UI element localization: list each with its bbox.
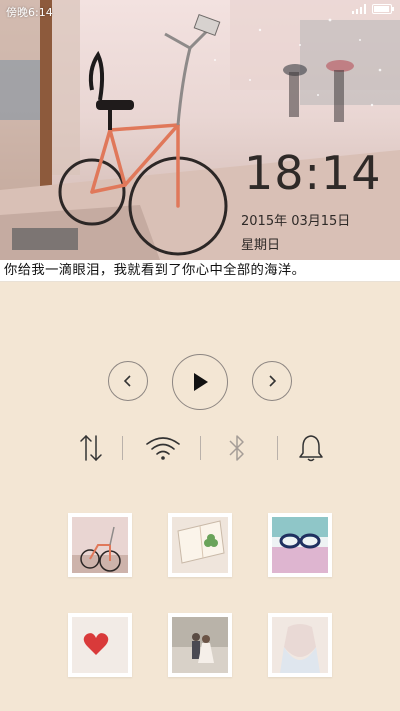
- bicycle-photo: [72, 517, 128, 573]
- play-button[interactable]: [172, 354, 228, 410]
- thumbnail-girl-dress[interactable]: [268, 613, 332, 677]
- status-indicators: [352, 4, 394, 14]
- bell-icon: [299, 435, 323, 462]
- thumbnail-glasses[interactable]: [268, 513, 332, 577]
- bluetooth-toggle[interactable]: [219, 430, 255, 466]
- mobile-data-toggle[interactable]: [73, 430, 109, 466]
- wifi-icon: [146, 437, 180, 460]
- battery-icon: [372, 4, 394, 14]
- lockscreen-date: 2015年 03月15日: [241, 214, 351, 229]
- lockscreen-weekday: 星期日: [241, 238, 281, 253]
- chevron-left-icon: [123, 375, 131, 387]
- previous-track-button[interactable]: [108, 361, 148, 401]
- lockscreen-clock: 18:14: [244, 146, 382, 200]
- quick-toggles: [0, 424, 400, 470]
- clover-book-photo: [172, 517, 228, 573]
- quote-strip: 你给我一滴眼泪，我就看到了你心中全部的海洋。: [0, 260, 400, 282]
- thumbnail-heart[interactable]: [68, 613, 132, 677]
- play-icon: [194, 373, 208, 391]
- bluetooth-icon: [229, 435, 244, 461]
- next-track-button[interactable]: [252, 361, 292, 401]
- wallpaper-photo: 傍晚6:14 18:14 2015年 03月15日 星期日: [0, 0, 400, 260]
- status-bar: 傍晚6:14: [0, 0, 400, 22]
- thumbnail-clover-book[interactable]: [168, 513, 232, 577]
- thumbnail-bicycle[interactable]: [68, 513, 132, 577]
- wifi-toggle[interactable]: [145, 430, 181, 466]
- thumbnail-couple[interactable]: [168, 613, 232, 677]
- status-time: 傍晚6:14: [6, 6, 53, 19]
- toggle-divider: [277, 436, 278, 460]
- girl-dress-photo: [272, 617, 328, 673]
- mobile-data-icon: [80, 434, 102, 462]
- red-heart-photo: [72, 617, 128, 673]
- sound-toggle[interactable]: [293, 430, 329, 466]
- signal-icon: [352, 4, 366, 14]
- toggle-divider: [200, 436, 201, 460]
- couple-photo: [172, 617, 228, 673]
- chevron-right-icon: [269, 375, 277, 387]
- toggle-divider: [122, 436, 123, 460]
- glasses-photo: [272, 517, 328, 573]
